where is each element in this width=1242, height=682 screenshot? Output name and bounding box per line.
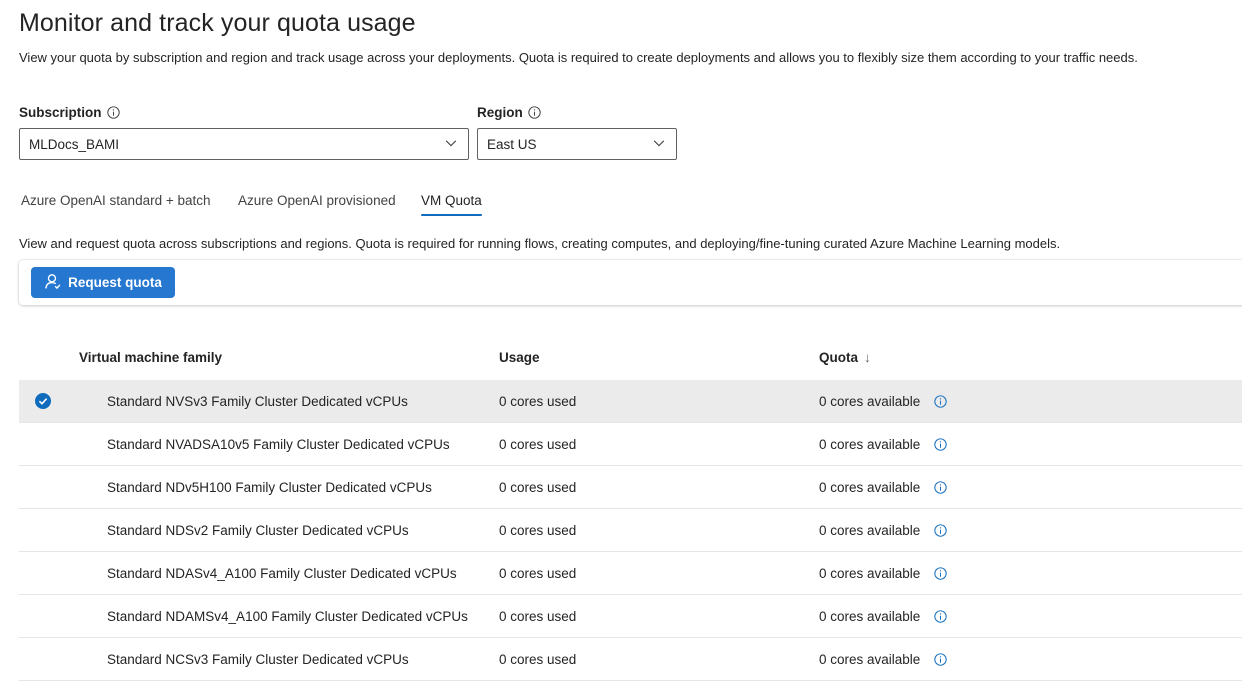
table-row[interactable]: Standard NVSv3 Family Cluster Dedicated … (19, 380, 1242, 423)
info-icon[interactable] (934, 395, 947, 408)
table-row[interactable]: Standard NDASv4_A100 Family Cluster Dedi… (19, 552, 1242, 595)
row-family: Standard NDSv2 Family Cluster Dedicated … (107, 523, 409, 538)
row-family: Standard NCSv3 Family Cluster Dedicated … (107, 652, 409, 667)
checkmark-circle-icon[interactable] (35, 393, 51, 409)
info-icon[interactable] (934, 481, 947, 494)
tab-openai-standard-batch[interactable]: Azure OpenAI standard + batch (21, 190, 211, 216)
region-label-text: Region (477, 105, 523, 120)
page-subtitle: View your quota by subscription and regi… (19, 50, 1138, 65)
table-row[interactable]: Standard NVADSA10v5 Family Cluster Dedic… (19, 423, 1242, 466)
row-quota: 0 cores available (819, 480, 921, 495)
row-usage: 0 cores used (499, 609, 577, 624)
row-usage: 0 cores used (499, 652, 577, 667)
row-quota: 0 cores available (819, 394, 921, 409)
subscription-value: MLDocs_BAMI (29, 136, 120, 152)
row-family: Standard NVSv3 Family Cluster Dedicated … (107, 394, 408, 409)
row-usage: 0 cores used (499, 523, 577, 538)
arrow-down-icon: ↓ (864, 350, 871, 365)
subscription-dropdown[interactable]: MLDocs_BAMI (19, 128, 469, 160)
vm-quota-table: Virtual machine family Usage Quota ↓ Sta… (19, 337, 1242, 681)
row-family: Standard NDASv4_A100 Family Cluster Dedi… (107, 566, 457, 581)
column-header-quota[interactable]: Quota ↓ (819, 350, 871, 365)
person-icon (44, 273, 61, 293)
row-family: Standard NDv5H100 Family Cluster Dedicat… (107, 480, 432, 495)
row-quota: 0 cores available (819, 566, 921, 581)
row-quota: 0 cores available (819, 437, 921, 452)
tab-vm-quota[interactable]: VM Quota (421, 190, 482, 216)
row-quota: 0 cores available (819, 609, 921, 624)
chevron-down-icon (652, 136, 666, 153)
info-icon[interactable] (934, 438, 947, 451)
vm-quota-description: View and request quota across subscripti… (19, 236, 1061, 251)
table-row[interactable]: Standard NDv5H100 Family Cluster Dedicat… (19, 466, 1242, 509)
info-icon[interactable] (107, 106, 121, 120)
row-usage: 0 cores used (499, 566, 577, 581)
row-usage: 0 cores used (499, 437, 577, 452)
quota-page: Monitor and track your quota usage View … (0, 0, 1242, 682)
row-quota: 0 cores available (819, 523, 921, 538)
tab-openai-provisioned[interactable]: Azure OpenAI provisioned (238, 190, 396, 216)
info-icon[interactable] (528, 106, 542, 120)
request-quota-button[interactable]: Request quota (31, 267, 175, 298)
info-icon[interactable] (934, 610, 947, 623)
row-usage: 0 cores used (499, 480, 577, 495)
info-icon[interactable] (934, 653, 947, 666)
column-header-usage[interactable]: Usage (499, 350, 540, 365)
page-title: Monitor and track your quota usage (19, 9, 416, 37)
info-icon[interactable] (934, 567, 947, 580)
row-family: Standard NVADSA10v5 Family Cluster Dedic… (107, 437, 450, 452)
region-dropdown[interactable]: East US (477, 128, 677, 160)
table-row[interactable]: Standard NCSv3 Family Cluster Dedicated … (19, 638, 1242, 681)
column-header-family[interactable]: Virtual machine family (79, 350, 222, 365)
subscription-label: Subscription (19, 105, 121, 120)
row-family: Standard NDAMSv4_A100 Family Cluster Ded… (107, 609, 468, 624)
table-row[interactable]: Standard NDAMSv4_A100 Family Cluster Ded… (19, 595, 1242, 638)
region-value: East US (487, 136, 537, 152)
request-quota-label: Request quota (68, 275, 162, 290)
info-icon[interactable] (934, 524, 947, 537)
chevron-down-icon (444, 136, 458, 153)
subscription-label-text: Subscription (19, 105, 102, 120)
region-label: Region (477, 105, 542, 120)
row-usage: 0 cores used (499, 394, 577, 409)
table-row[interactable]: Standard NDSv2 Family Cluster Dedicated … (19, 509, 1242, 552)
command-bar: Request quota (19, 260, 1242, 305)
row-quota: 0 cores available (819, 652, 921, 667)
table-header: Virtual machine family Usage Quota ↓ (19, 337, 1242, 380)
